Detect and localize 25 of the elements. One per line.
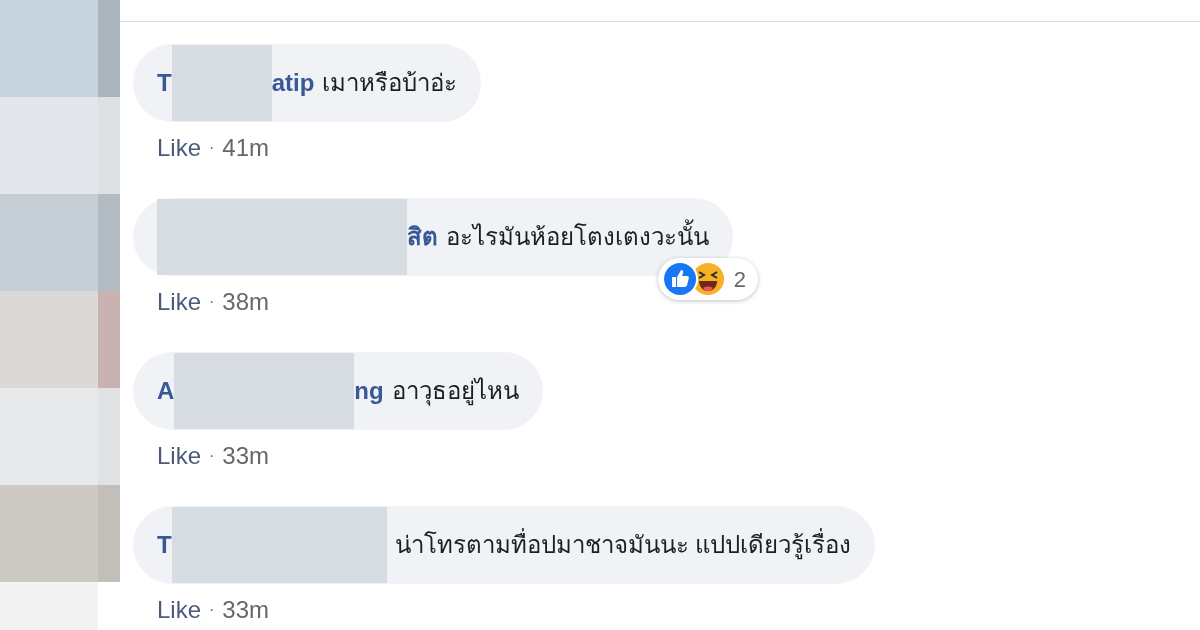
author-name[interactable]: สิต: [407, 219, 438, 255]
author-name[interactable]: ng: [354, 373, 384, 409]
comment-time: 33m: [222, 441, 270, 471]
author-name[interactable]: T: [157, 65, 172, 101]
dot-separator: ·: [209, 138, 215, 158]
reaction-count: 2: [733, 265, 747, 294]
comment-text: อาวุธอยู่ไหน: [391, 376, 519, 408]
author-name[interactable]: A: [157, 373, 175, 409]
author-name[interactable]: atip: [271, 65, 315, 101]
dot-separator: ·: [209, 446, 215, 466]
like-link[interactable]: Like: [157, 592, 202, 628]
thumbs-up-icon: [661, 261, 698, 297]
like-link[interactable]: Like: [157, 438, 202, 474]
like-link[interactable]: Like: [157, 130, 202, 166]
comment-time: 33m: [222, 595, 270, 625]
reaction-summary[interactable]: 2: [657, 258, 759, 300]
author-name[interactable]: T: [157, 527, 172, 563]
dot-separator: ·: [209, 292, 215, 312]
comment-time: 38m: [222, 287, 270, 317]
comment-text: อะไรมันห้อยโตงเตงวะนั้น: [446, 219, 709, 255]
comment-text: น่าโทรตามทื่อปมาชาจมันนะ แปปเดียวรู้เรื่อง: [394, 527, 852, 563]
like-link[interactable]: Like: [157, 284, 202, 320]
dot-separator: ·: [209, 600, 215, 620]
comment-text: เมาหรือบ้าอ่ะ: [322, 68, 458, 98]
comment-time: 41m: [222, 133, 270, 163]
